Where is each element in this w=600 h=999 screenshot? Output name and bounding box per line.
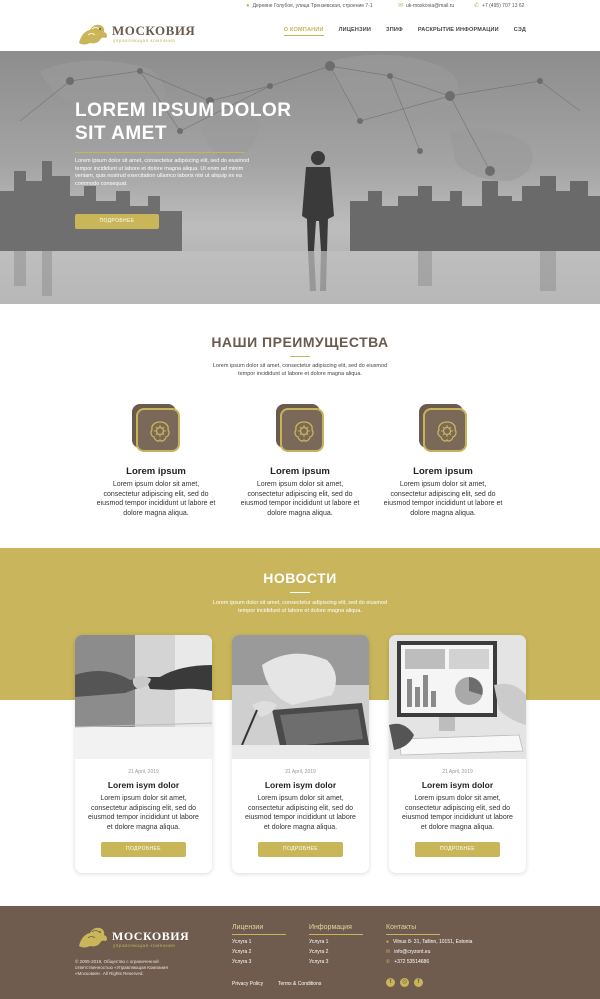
twitter-icon[interactable]: t <box>386 978 395 987</box>
footer-contacts-column: Контакты ● Vilnus 8- 31, Tallinn, 10151, … <box>386 924 472 965</box>
topbar-address: ● Деревне Голубое, улица Трензевская, стр… <box>246 3 373 9</box>
nav-item-zpif[interactable]: ЗПИФ <box>386 27 403 36</box>
news-card-title[interactable]: Lorem isym dolor <box>389 780 526 790</box>
footer-contacts-title: Контакты <box>386 924 440 935</box>
advantage-title: Lorem ipsum <box>270 466 330 477</box>
news-photo-dashboard <box>389 635 526 759</box>
advantage-card: Lorem ipsum Lorem ipsum dolor sit amet, … <box>383 404 503 518</box>
news-divider <box>290 592 310 593</box>
news-card-text: Lorem ipsum dolor sit amet, consectetur … <box>88 795 199 831</box>
footer-email[interactable]: ✉ info@cryzont.eu <box>386 949 472 955</box>
nav-item-disclosure[interactable]: РАСКРЫТИЕ ИНФОРМАЦИИ <box>418 27 499 36</box>
mail-icon: ✉ <box>398 3 404 9</box>
news-card-text: Lorem ipsum dolor sit amet, consectetur … <box>402 795 513 831</box>
footer-logo-name: МОСКОВИЯ <box>112 929 190 943</box>
map-pin-icon: ● <box>246 3 250 9</box>
news-card: 21 April, 2019 Lorem isym dolor Lorem ip… <box>389 635 526 873</box>
footer-link[interactable]: Услуга 1 <box>232 939 286 945</box>
phone-icon: ✆ <box>474 3 480 9</box>
topbar-email[interactable]: ✉ uk-moskovia@mail.ru <box>398 2 454 11</box>
hero-more-button[interactable]: ПОДРОБНЕЕ <box>75 214 159 229</box>
lion-logo-icon <box>79 927 108 948</box>
instagram-icon[interactable]: ◎ <box>400 978 409 987</box>
topbar-phone[interactable]: ✆ +7 (495) 707 13 62 <box>474 2 524 11</box>
logo-subtitle: управляющая компания <box>113 38 176 43</box>
brain-gear-icon <box>437 421 457 442</box>
footer-link[interactable]: Услуга 1 <box>309 939 363 945</box>
logo-name: МОСКОВИЯ <box>112 23 196 38</box>
advantage-title: Lorem ipsum <box>126 466 186 477</box>
news-date: 21 April, 2019 <box>442 769 473 775</box>
news-more-button[interactable]: ПОДРОБНЕЕ <box>258 842 343 857</box>
advantages-intro: Lorem ipsum dolor sit amet, consectetur … <box>212 363 388 377</box>
footer-phone[interactable]: ✆ +372 53514686 <box>386 959 472 965</box>
footer-info-title: Информация <box>309 924 363 935</box>
footer-link[interactable]: Услуга 3 <box>309 959 363 965</box>
lion-logo-icon <box>79 24 108 45</box>
main-nav: О КОМПАНИИ ЛИЦЕНЗИИ ЗПИФ РАСКРЫТИЕ ИНФОР… <box>283 27 526 36</box>
news-date: 21 April, 2019 <box>128 769 159 775</box>
advantages-title: НАШИ ПРЕИМУЩЕСТВА <box>211 334 389 350</box>
advantage-text: Lorem ipsum dolor sit amet, consectetur … <box>96 481 216 517</box>
footer-logo-subtitle: управляющая компания <box>113 943 176 948</box>
advantage-icon <box>132 404 180 452</box>
hero-text: Lorem ipsum dolor sit amet, consectetur … <box>75 158 250 187</box>
nav-item-about[interactable]: О КОМПАНИИ <box>283 27 324 36</box>
footer-address: ● Vilnus 8- 31, Tallinn, 10151, Estonia <box>386 939 473 945</box>
news-date: 21 April, 2019 <box>285 769 316 775</box>
advantage-card: Lorem ipsum Lorem ipsum dolor sit amet, … <box>96 404 216 518</box>
news-card: 21 April, 2019 Lorem isym dolor Lorem ip… <box>75 635 212 873</box>
hero-section: LOREM IPSUM DOLOR SIT AMET Lorem ipsum d… <box>0 51 600 304</box>
hero-divider <box>75 152 245 153</box>
news-card-title[interactable]: Lorem isym dolor <box>232 780 369 790</box>
advantage-icon <box>276 404 324 452</box>
top-contact-bar: ● Деревне Голубое, улица Трензевская, стр… <box>0 0 600 13</box>
footer-licenses-title: Лицензии <box>232 924 286 935</box>
footer-link[interactable]: Услуга 2 <box>232 949 286 955</box>
privacy-policy-link[interactable]: Privacy Policy <box>232 981 263 987</box>
advantage-text: Lorem ipsum dolor sit amet, consectetur … <box>240 481 360 517</box>
hero-title: LOREM IPSUM DOLOR SIT AMET <box>75 100 292 144</box>
map-pin-icon: ● <box>386 939 390 945</box>
news-card-title[interactable]: Lorem isym dolor <box>75 780 212 790</box>
footer-link[interactable]: Услуга 3 <box>232 959 286 965</box>
news-more-button[interactable]: ПОДРОБНЕЕ <box>101 842 186 857</box>
advantage-title: Lorem ipsum <box>413 466 473 477</box>
nav-item-licenses[interactable]: ЛИЦЕНЗИИ <box>339 27 371 36</box>
advantages-divider <box>290 356 310 357</box>
news-intro: Lorem ipsum dolor sit amet, consectetur … <box>212 600 388 614</box>
facebook-icon[interactable]: f <box>414 978 423 987</box>
footer-copyright: © 2005-2019, Общество с ограниченной отв… <box>75 959 168 976</box>
news-more-button[interactable]: ПОДРОБНЕЕ <box>415 842 500 857</box>
news-card-text: Lorem ipsum dolor sit amet, consectetur … <box>245 795 356 831</box>
footer-licenses-column: Лицензии Услуга 1 Услуга 2 Услуга 3 <box>232 924 286 965</box>
brain-gear-icon <box>150 421 170 442</box>
footer-info-column: Информация Услуга 1 Услуга 2 Услуга 3 <box>309 924 363 965</box>
site-logo[interactable]: МОСКОВИЯ управляющая компания <box>76 21 196 47</box>
site-header: МОСКОВИЯ управляющая компания О КОМПАНИИ… <box>0 13 600 51</box>
news-photo-laptop <box>232 635 369 759</box>
brain-gear-icon <box>294 421 314 442</box>
nav-item-sed[interactable]: СЭД <box>514 27 526 36</box>
footer-link[interactable]: Услуга 2 <box>309 949 363 955</box>
footer-logo[interactable]: МОСКОВИЯ управляющая компания <box>76 924 196 952</box>
news-photo-handshake <box>75 635 212 759</box>
advantage-icon <box>419 404 467 452</box>
phone-icon: ✆ <box>386 959 391 965</box>
advantage-text: Lorem ipsum dolor sit amet, consectetur … <box>383 481 503 517</box>
terms-link[interactable]: Terms & Conditions <box>278 981 321 987</box>
news-title: НОВОСТИ <box>263 570 337 586</box>
mail-icon: ✉ <box>386 949 391 955</box>
advantage-card: Lorem ipsum Lorem ipsum dolor sit amet, … <box>240 404 360 518</box>
news-card: 21 April, 2019 Lorem isym dolor Lorem ip… <box>232 635 369 873</box>
